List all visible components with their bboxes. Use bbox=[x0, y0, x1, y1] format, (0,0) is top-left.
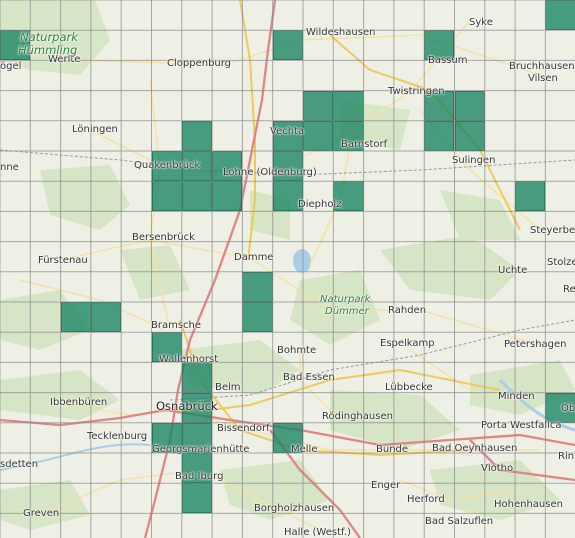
place-label-borgholzhausen: Borgholzhausen bbox=[254, 503, 335, 514]
place-label-halle: Halle (Westf.) bbox=[284, 527, 351, 538]
place-label-belm: Belm bbox=[215, 382, 241, 393]
selected-grid-cell[interactable] bbox=[181, 483, 213, 514]
place-label-uchte: Uchte bbox=[498, 265, 528, 276]
place-label-syke: Syke bbox=[469, 17, 493, 28]
place-label-bad-oeynhausen: Bad Oeynhausen bbox=[432, 443, 518, 454]
place-label-bad-salzuflen: Bad Salzuflen bbox=[425, 516, 494, 527]
place-label-georgsmarienhutte: Georgsmarienhütte bbox=[152, 444, 250, 455]
place-label-steyerberg: Steyerberg bbox=[530, 225, 575, 236]
selected-grid-cell[interactable] bbox=[515, 181, 546, 212]
place-label-bassum: Bassum bbox=[428, 55, 468, 66]
place-label-greven: Greven bbox=[23, 508, 60, 519]
place-label-bunde: Bünde bbox=[376, 444, 409, 455]
place-label-bramsche: Bramsche bbox=[151, 320, 202, 331]
selected-grid-cell[interactable] bbox=[454, 120, 485, 151]
place-label-petershagen: Petershagen bbox=[504, 339, 567, 350]
place-label-bad-iburg: Bad Iburg bbox=[175, 471, 224, 482]
selected-grid-cell[interactable] bbox=[545, 0, 575, 31]
selected-grid-cell[interactable] bbox=[424, 120, 455, 151]
place-label-wildeshausen: Wildeshausen bbox=[306, 27, 376, 38]
selected-grid-cell[interactable] bbox=[303, 90, 334, 121]
place-label-rahden: Rahden bbox=[388, 305, 427, 316]
park-label-dummer-line2: Dümmer bbox=[325, 306, 369, 317]
place-label-bad-essen: Bad Essen bbox=[283, 372, 335, 383]
place-label-oberlubbe: Ob bbox=[561, 403, 575, 414]
place-label-minden: Minden bbox=[498, 391, 535, 402]
place-label-cloppenburg: Cloppenburg bbox=[167, 58, 232, 69]
selected-grid-cell[interactable] bbox=[454, 90, 485, 121]
selected-grid-cell[interactable] bbox=[181, 362, 213, 393]
place-label-quakenbruck: Quakenbrück bbox=[134, 160, 201, 171]
park-label-dummer-line1: Naturpark bbox=[320, 294, 371, 305]
place-label-stolzenau: Stolze bbox=[547, 257, 575, 268]
place-label-porta-westfalica: Porta Westfalica bbox=[481, 420, 562, 431]
place-label-vilsen: Vilsen bbox=[528, 73, 558, 84]
place-label-enger: Enger bbox=[371, 480, 401, 491]
place-label-espelkamp: Espelkamp bbox=[380, 338, 435, 349]
place-label-bissendorf: Bissendorf bbox=[217, 423, 270, 434]
place-label-lohne: Lohne (Oldenburg) bbox=[223, 167, 317, 178]
selected-grid-cell[interactable] bbox=[90, 302, 122, 333]
place-label-twistringen: Twistringen bbox=[388, 86, 445, 97]
place-label-lubbecke: Lübbecke bbox=[385, 382, 433, 393]
place-label-bruchhausen: Bruchhausen- bbox=[509, 61, 575, 72]
place-label-haselunne: nne bbox=[0, 162, 19, 173]
selected-grid-cell[interactable] bbox=[242, 302, 273, 333]
place-label-osnabruck: Osnabrück bbox=[156, 399, 218, 413]
selected-grid-cell[interactable] bbox=[242, 271, 273, 302]
place-label-tecklenburg: Tecklenburg bbox=[87, 431, 148, 442]
selected-grid-cell[interactable] bbox=[272, 30, 303, 61]
place-label-bohmte: Bohmte bbox=[277, 345, 317, 356]
selected-grid-cells bbox=[0, 0, 575, 538]
place-label-ibbenburen: Ibbenbüren bbox=[50, 397, 108, 408]
place-label-wallenhorst: Wallenhorst bbox=[159, 354, 219, 365]
selected-grid-cell[interactable] bbox=[303, 120, 334, 151]
place-label-diepholz: Diepholz bbox=[298, 199, 342, 210]
map-view[interactable]: Syke Wildeshausen ögel Werlte Cloppenbur… bbox=[0, 0, 575, 538]
selected-grid-cell[interactable] bbox=[333, 90, 364, 121]
place-label-damme: Damme bbox=[234, 252, 274, 263]
place-label-loningen: Löningen bbox=[72, 124, 118, 135]
place-label-rehburg: Re bbox=[563, 284, 575, 295]
place-label-melle: Melle bbox=[291, 444, 318, 455]
selected-grid-cell[interactable] bbox=[181, 120, 213, 151]
place-label-vlotho: Vlotho bbox=[481, 463, 514, 474]
place-label-vogel: ögel bbox=[0, 61, 22, 72]
place-label-hohenhausen: Hohenhausen bbox=[494, 499, 563, 510]
place-label-barnstorf: Barnstorf bbox=[341, 139, 388, 150]
selected-grid-cell[interactable] bbox=[151, 181, 182, 212]
place-label-hoerstel: sdetten bbox=[0, 459, 39, 470]
park-label-hummling-line1: Naturpark bbox=[20, 30, 78, 44]
selected-grid-cell[interactable] bbox=[181, 181, 213, 212]
place-label-furstenau: Fürstenau bbox=[38, 255, 88, 266]
place-label-bersenbruck: Bersenbrück bbox=[132, 232, 195, 243]
park-label-hummling-line2: Hümmling bbox=[18, 43, 78, 57]
place-label-herford: Herford bbox=[407, 494, 445, 505]
place-label-rodinghausen: Rödinghausen bbox=[322, 411, 393, 422]
place-label-sulingen: Sulingen bbox=[452, 155, 496, 166]
selected-grid-cell[interactable] bbox=[212, 181, 243, 212]
place-label-rinteln: Rint bbox=[558, 451, 575, 462]
selected-grid-cell[interactable] bbox=[60, 302, 91, 333]
place-label-vechta: Vechta bbox=[270, 126, 305, 137]
